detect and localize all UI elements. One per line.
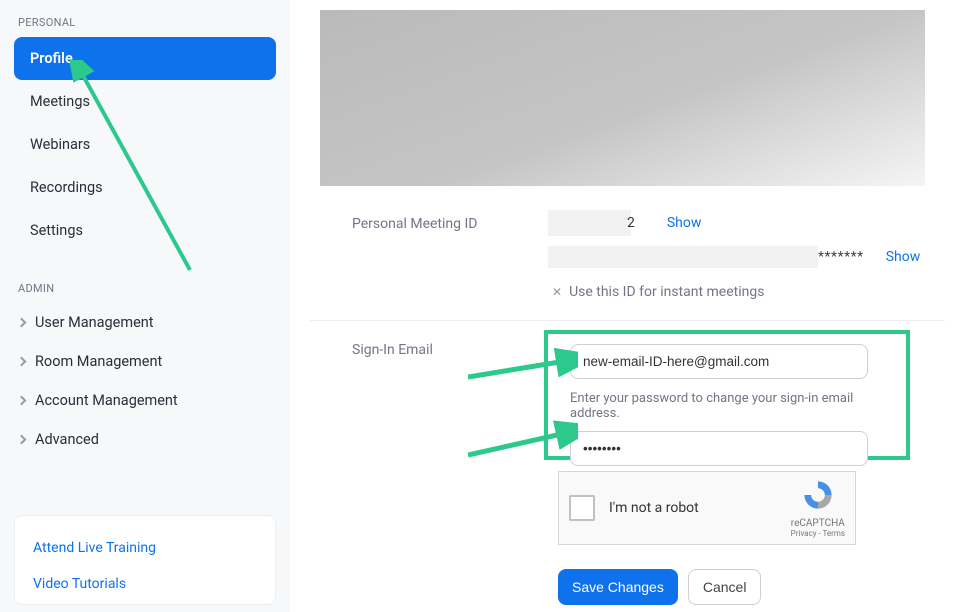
sidebar: PERSONAL Profile Meetings Webinars Recor… bbox=[0, 0, 290, 612]
section-label-personal: PERSONAL bbox=[14, 12, 276, 37]
link-video-tutorials[interactable]: Video Tutorials bbox=[25, 566, 265, 602]
cancel-button[interactable]: Cancel bbox=[688, 569, 762, 605]
admin-item-label: Room Management bbox=[35, 353, 162, 370]
pmi-url-row: ******* Show bbox=[548, 246, 920, 268]
admin-item-user-management[interactable]: User Management bbox=[14, 303, 276, 342]
sidebar-item-webinars[interactable]: Webinars bbox=[14, 123, 276, 166]
chevron-right-icon bbox=[17, 396, 27, 406]
sidebar-item-recordings[interactable]: Recordings bbox=[14, 166, 276, 209]
sidebar-item-label: Meetings bbox=[30, 93, 90, 110]
signin-email-label: Sign-In Email bbox=[352, 342, 433, 358]
link-attend-training[interactable]: Attend Live Training bbox=[25, 530, 265, 566]
admin-item-room-management[interactable]: Room Management bbox=[14, 342, 276, 381]
section-label-admin: ADMIN bbox=[14, 278, 276, 303]
admin-item-advanced[interactable]: Advanced bbox=[14, 420, 276, 459]
profile-banner bbox=[320, 10, 925, 186]
sidebar-item-settings[interactable]: Settings bbox=[14, 209, 276, 252]
help-links-card: Attend Live Training Video Tutorials bbox=[14, 515, 276, 605]
main-content: Personal Meeting ID 2 Show ******* Show … bbox=[290, 0, 965, 612]
save-changes-button[interactable]: Save Changes bbox=[558, 569, 678, 605]
pmi-url-masked bbox=[548, 246, 818, 268]
section-divider bbox=[310, 320, 945, 321]
sidebar-item-label: Recordings bbox=[30, 179, 103, 196]
recaptcha-terms: Privacy - Terms bbox=[791, 529, 845, 538]
admin-item-label: Advanced bbox=[35, 431, 99, 448]
recaptcha-icon bbox=[801, 478, 835, 512]
sidebar-item-label: Webinars bbox=[30, 136, 90, 153]
recaptcha-badge: reCAPTCHA bbox=[791, 518, 845, 529]
recaptcha-label: I'm not a robot bbox=[609, 500, 791, 516]
admin-item-label: Account Management bbox=[35, 392, 178, 409]
pmi-label: Personal Meeting ID bbox=[352, 216, 477, 232]
admin-item-account-management[interactable]: Account Management bbox=[14, 381, 276, 420]
chevron-right-icon bbox=[17, 357, 27, 367]
close-icon: ✕ bbox=[552, 285, 562, 299]
email-input[interactable] bbox=[570, 344, 868, 379]
pmi-visible-digit: 2 bbox=[627, 215, 635, 231]
sidebar-item-label: Profile bbox=[30, 50, 73, 67]
pmi-show-link[interactable]: Show bbox=[667, 215, 702, 231]
admin-item-label: User Management bbox=[35, 314, 154, 331]
pmi-url-dots: ******* bbox=[818, 249, 864, 265]
password-input[interactable] bbox=[570, 431, 868, 466]
sidebar-item-meetings[interactable]: Meetings bbox=[14, 80, 276, 123]
recaptcha-checkbox[interactable] bbox=[569, 495, 595, 521]
chevron-right-icon bbox=[17, 435, 27, 445]
instant-meeting-text: Use this ID for instant meetings bbox=[569, 284, 764, 300]
annotation-highlight: Enter your password to change your sign-… bbox=[544, 330, 910, 460]
pmi-url-show-link[interactable]: Show bbox=[886, 249, 921, 265]
pmi-masked bbox=[548, 210, 631, 236]
sidebar-item-profile[interactable]: Profile bbox=[14, 37, 276, 80]
recaptcha-widget: I'm not a robot reCAPTCHA Privacy - Term… bbox=[558, 471, 856, 545]
pmi-value: 2 Show bbox=[548, 210, 701, 236]
chevron-right-icon bbox=[17, 318, 27, 328]
sidebar-item-label: Settings bbox=[30, 222, 83, 239]
password-help-text: Enter your password to change your sign-… bbox=[570, 391, 892, 421]
